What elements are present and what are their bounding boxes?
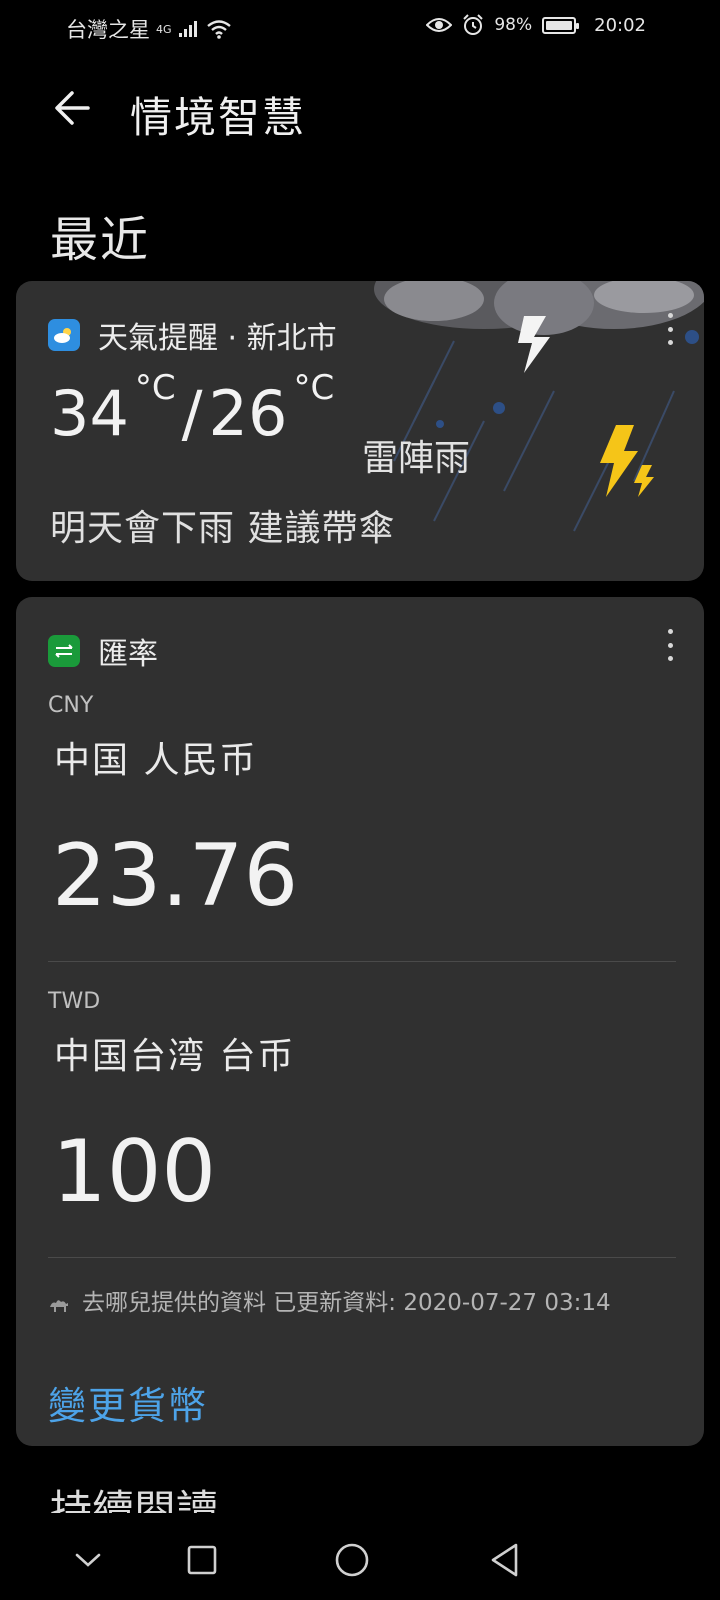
exchange-rate-card[interactable]: 匯率 CNY 中国 人民币 23.76 TWD 中国台湾 台币 100 去哪兒提… xyxy=(16,597,704,1446)
data-source-text: 去哪兒提供的資料 已更新資料: 2020-07-27 03:14 xyxy=(82,1290,611,1316)
temperature-separator: / xyxy=(181,377,203,450)
temperature-range: 34 °C / 26 °C xyxy=(50,371,334,450)
currency-divider xyxy=(48,961,676,962)
eye-comfort-icon xyxy=(426,18,453,32)
from-currency-name[interactable]: 中国 人民币 xyxy=(54,731,257,783)
temperature-high: 34 xyxy=(50,377,129,450)
exchange-app-icon xyxy=(48,635,80,667)
temperature-unit-high: °C xyxy=(134,368,176,408)
chevron-down-icon xyxy=(75,1553,101,1567)
alarm-icon xyxy=(463,14,484,35)
carrier-name: 台灣之星 xyxy=(66,18,150,42)
from-currency-amount[interactable]: 23.76 xyxy=(52,833,298,919)
triangle-back-icon xyxy=(491,1543,518,1577)
from-currency-code: CNY xyxy=(48,693,94,718)
nav-hide-button[interactable] xyxy=(66,1538,110,1582)
nav-recents-button[interactable] xyxy=(180,1538,224,1582)
status-left: 台灣之星 4G xyxy=(66,14,232,44)
circle-icon xyxy=(335,1543,369,1577)
wifi-icon xyxy=(206,20,231,39)
change-currency-button[interactable]: 變更貨幣 xyxy=(48,1375,208,1430)
nav-back-button[interactable] xyxy=(482,1538,526,1582)
status-right: 98% 20:02 xyxy=(426,14,646,36)
system-nav-bar xyxy=(0,1520,720,1600)
back-button[interactable] xyxy=(44,80,100,136)
weather-app-icon xyxy=(48,319,80,351)
temperature-unit-low: °C xyxy=(293,368,335,408)
status-bar: 台灣之星 4G 98% 20:02 xyxy=(0,0,720,56)
to-currency-name[interactable]: 中国台湾 台币 xyxy=(54,1027,295,1079)
weather-card-header: 天氣提醒 · 新北市 xyxy=(48,313,337,357)
weather-condition: 雷陣雨 xyxy=(362,438,471,479)
weather-advice: 明天會下雨 建議帶傘 xyxy=(50,508,396,549)
battery-icon xyxy=(542,16,580,34)
page-title: 情境智慧 xyxy=(130,93,307,142)
section-title-continue-reading: 持續閱讀 xyxy=(50,1486,219,1513)
app-header: 情境智慧 xyxy=(0,70,720,150)
currency-divider-bottom xyxy=(48,1257,676,1258)
exchange-more-button[interactable] xyxy=(660,625,680,665)
exchange-card-title: 匯率 xyxy=(98,637,158,672)
weather-card[interactable]: 天氣提醒 · 新北市 34 °C / 26 °C 雷陣雨 明天會下雨 建議帶傘 xyxy=(16,281,704,581)
exchange-card-header: 匯率 xyxy=(48,629,158,673)
signal-icon xyxy=(178,21,197,37)
to-currency-code: TWD xyxy=(48,989,101,1014)
thunderstorm-icon xyxy=(600,425,654,497)
network-type: 4G xyxy=(156,22,172,36)
clock: 20:02 xyxy=(594,14,646,36)
weather-more-button[interactable] xyxy=(660,309,680,349)
nav-home-button[interactable] xyxy=(330,1538,374,1582)
weather-card-title: 天氣提醒 · 新北市 xyxy=(98,321,337,356)
temperature-low: 26 xyxy=(208,377,288,450)
data-source-info: 去哪兒提供的資料 已更新資料: 2020-07-27 03:14 xyxy=(48,1285,658,1321)
square-icon xyxy=(187,1545,217,1575)
to-currency-amount[interactable]: 100 xyxy=(52,1129,216,1215)
back-arrow-icon xyxy=(55,91,90,125)
section-title-recent: 最近 xyxy=(50,212,151,268)
battery-percent: 98% xyxy=(494,15,533,35)
qunar-camel-icon xyxy=(50,1299,68,1312)
